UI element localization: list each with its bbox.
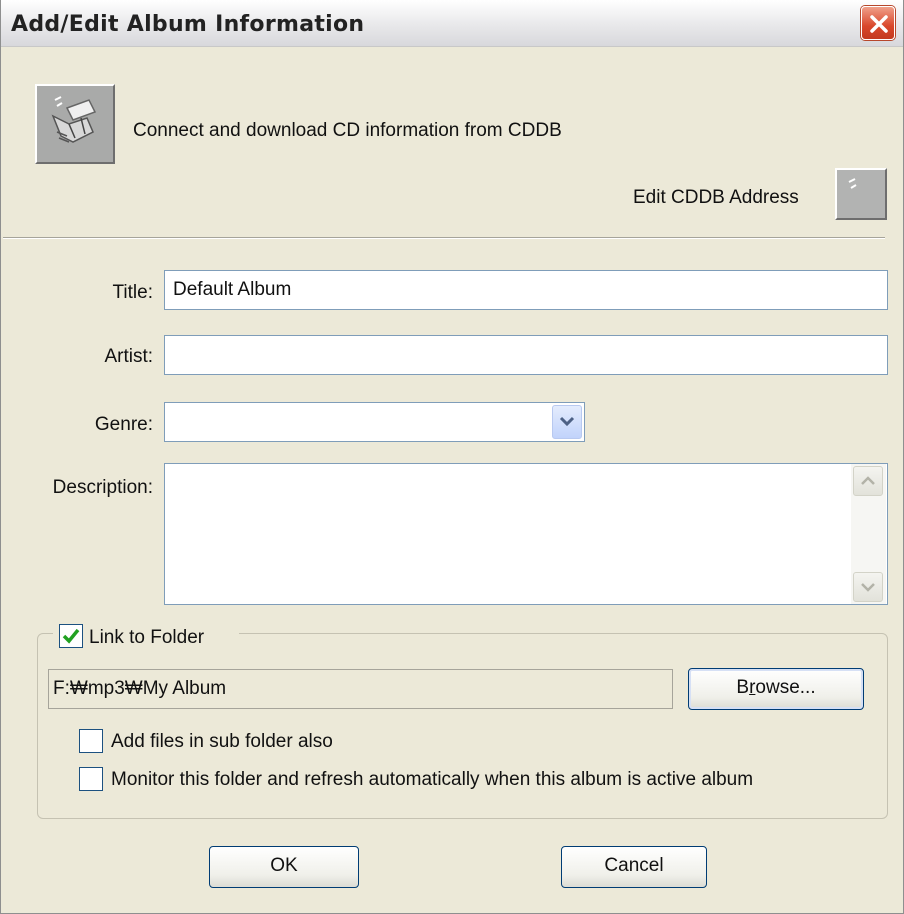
link-folder-label[interactable]: Link to Folder (89, 627, 204, 649)
link-folder-group (37, 633, 888, 819)
genre-label: Genre: (94, 414, 153, 435)
link-folder-checkbox[interactable] (59, 624, 83, 648)
scroll-up-button[interactable] (853, 466, 883, 496)
title-input[interactable]: Default Album (164, 270, 888, 310)
window-title: Add/Edit Album Information (11, 12, 365, 37)
album-dialog: Add/Edit Album Information Connect and d… (0, 0, 904, 914)
genre-select[interactable] (164, 402, 585, 442)
artist-label: Artist: (104, 346, 153, 367)
title-label: Title: (112, 282, 153, 303)
monitor-label[interactable]: Monitor this folder and refresh automati… (111, 769, 753, 791)
cddb-connect-button[interactable] (35, 84, 115, 164)
browse-label-pre: B (736, 677, 750, 698)
cddb-connect-label[interactable]: Connect and download CD information from… (133, 120, 562, 142)
ok-button[interactable]: OK (209, 846, 359, 888)
browse-button[interactable]: Browse... (688, 668, 864, 710)
monitor-checkbox[interactable] (79, 767, 103, 791)
cancel-button[interactable]: Cancel (561, 846, 707, 888)
close-icon (870, 15, 888, 33)
description-textarea[interactable] (164, 463, 888, 605)
arrow-down-icon (861, 583, 875, 592)
separator (3, 237, 885, 239)
description-label: Description: (52, 477, 153, 498)
scroll-down-button[interactable] (853, 572, 883, 602)
folder-path-field: F:₩mp3₩My Album (48, 669, 673, 709)
browse-label-post: owse... (755, 677, 816, 698)
chevron-down-icon (559, 416, 575, 427)
close-button[interactable] (861, 6, 895, 40)
subfolder-label[interactable]: Add files in sub folder also (111, 731, 333, 753)
artist-input[interactable] (164, 335, 888, 375)
edit-icon (837, 170, 885, 218)
check-icon (62, 628, 80, 644)
title-bar[interactable]: Add/Edit Album Information (1, 0, 903, 47)
genre-dropdown-button[interactable] (552, 405, 582, 439)
description-scrollbar[interactable] (851, 464, 886, 604)
edit-cddb-address-button[interactable] (835, 168, 887, 220)
edit-cddb-address-label: Edit CDDB Address (633, 187, 799, 208)
subfolder-checkbox[interactable] (79, 729, 103, 753)
arrow-up-icon (861, 476, 875, 485)
cd-notes-icon (37, 86, 113, 162)
